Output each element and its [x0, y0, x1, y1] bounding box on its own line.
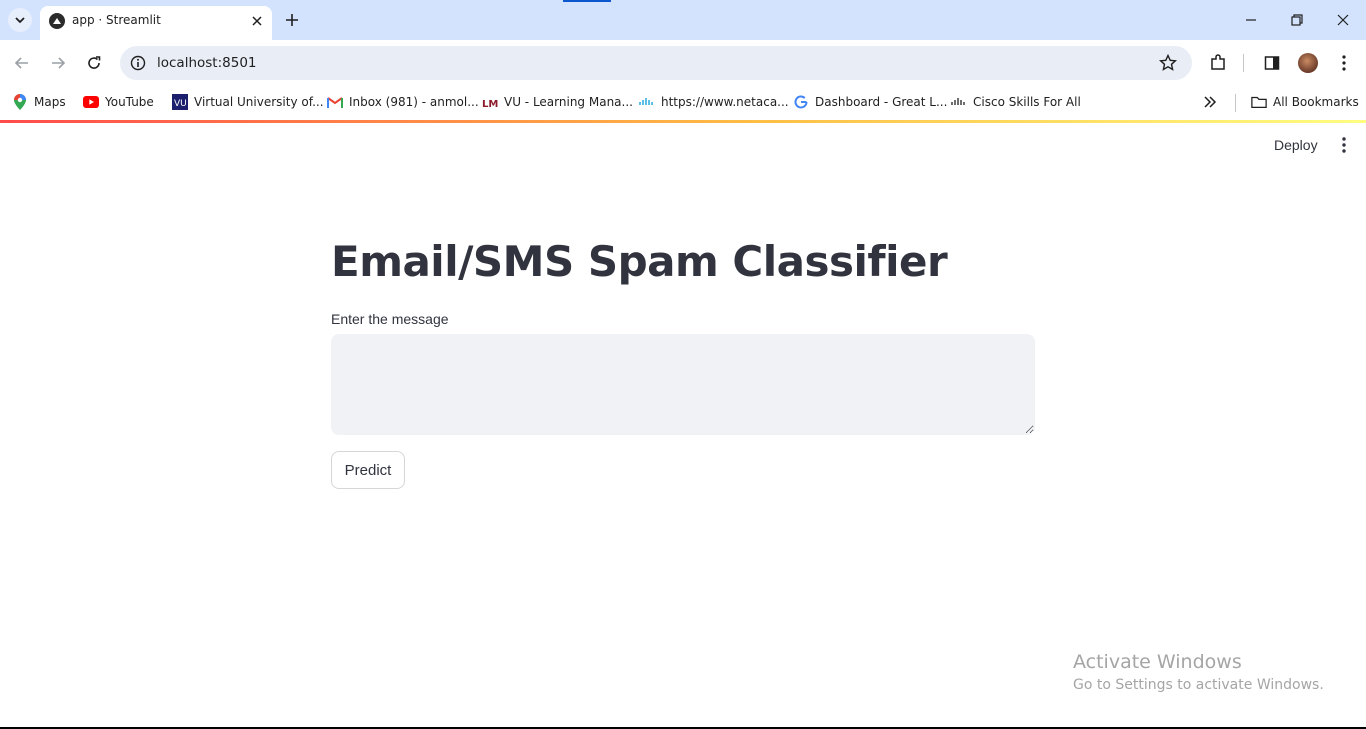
streamlit-favicon-icon: [49, 13, 65, 29]
bookmark-netacad[interactable]: https://www.netaca...: [639, 92, 789, 112]
bookmark-cisco-skills[interactable]: Cisco Skills For All: [951, 92, 1081, 112]
message-input-label: Enter the message: [331, 311, 449, 327]
vu-logo-icon: VU: [172, 94, 188, 110]
new-tab-icon[interactable]: [282, 10, 302, 30]
bookmark-label: Cisco Skills For All: [973, 95, 1081, 109]
reload-icon[interactable]: [81, 50, 107, 76]
bookmark-virtual-university[interactable]: VU Virtual University of...: [172, 92, 324, 112]
close-tab-icon[interactable]: [248, 12, 266, 30]
bookmarks-divider: [1235, 94, 1236, 112]
watermark-title: Activate Windows: [1073, 651, 1242, 673]
google-g-icon: [793, 94, 809, 110]
tab-strip: app · Streamlit: [0, 0, 1366, 40]
browser-menu-icon[interactable]: [1331, 50, 1357, 76]
tab-search-button[interactable]: [8, 8, 32, 32]
minimize-icon[interactable]: [1241, 10, 1261, 30]
page-title: Email/SMS Spam Classifier: [331, 237, 948, 286]
bookmarks-bar: Maps YouTube VU Virtual University of...…: [0, 86, 1366, 120]
svg-text:VU: VU: [174, 99, 187, 109]
close-window-icon[interactable]: [1333, 10, 1353, 30]
forward-icon[interactable]: [45, 50, 71, 76]
main-menu-icon[interactable]: [1334, 135, 1354, 155]
toolbar-divider: [1243, 54, 1244, 72]
lms-icon: LM: [482, 94, 498, 110]
avatar: [1298, 53, 1318, 73]
bookmark-label: Maps: [34, 95, 66, 109]
folder-icon: [1251, 94, 1267, 110]
bookmark-gmail[interactable]: Inbox (981) - anmol...: [327, 92, 479, 112]
browser-toolbar: localhost:8501: [0, 40, 1366, 86]
more-bookmarks-icon[interactable]: [1203, 92, 1217, 112]
deploy-button[interactable]: Deploy: [1266, 135, 1326, 155]
windows-activation-watermark: Activate Windows Go to Settings to activ…: [1073, 651, 1324, 693]
bookmark-label: VU - Learning Mana...: [504, 95, 633, 109]
message-input[interactable]: [331, 334, 1035, 435]
bookmark-dashboard[interactable]: Dashboard - Great L...: [793, 92, 947, 112]
watermark-subtitle: Go to Settings to activate Windows.: [1073, 677, 1324, 693]
cisco-icon: [951, 94, 967, 110]
gmail-icon: [327, 94, 343, 110]
url-text[interactable]: localhost:8501: [157, 55, 257, 71]
all-bookmarks[interactable]: All Bookmarks: [1251, 92, 1359, 112]
youtube-icon: [83, 94, 99, 110]
chevron-down-icon: [15, 17, 25, 24]
bookmark-label: Dashboard - Great L...: [815, 95, 948, 109]
restore-icon[interactable]: [1287, 10, 1307, 30]
tab-title: app · Streamlit: [72, 13, 161, 27]
svg-text:LM: LM: [482, 99, 498, 110]
bookmark-vu-lms[interactable]: LM VU - Learning Mana...: [482, 92, 633, 112]
side-panel-icon[interactable]: [1259, 50, 1285, 76]
bookmark-maps[interactable]: Maps: [12, 92, 66, 112]
bookmark-youtube[interactable]: YouTube: [83, 92, 154, 112]
back-icon[interactable]: [9, 50, 35, 76]
predict-button[interactable]: Predict: [331, 451, 405, 489]
bookmark-label: https://www.netaca...: [661, 95, 789, 109]
bookmark-label: Inbox (981) - anmol...: [349, 95, 479, 109]
all-bookmarks-label: All Bookmarks: [1273, 95, 1359, 109]
tab-indicator: [563, 0, 611, 2]
maps-pin-icon: [12, 94, 28, 110]
active-tab[interactable]: app · Streamlit: [40, 6, 272, 40]
bookmark-star-icon[interactable]: [1158, 53, 1178, 73]
cisco-icon: [639, 94, 655, 110]
site-info-icon[interactable]: [129, 54, 147, 72]
bookmark-label: Virtual University of...: [194, 95, 324, 109]
extensions-icon[interactable]: [1205, 50, 1231, 76]
bookmark-label: YouTube: [105, 95, 154, 109]
profile-avatar[interactable]: [1295, 50, 1321, 76]
streamlit-app: Deploy Email/SMS Spam Classifier Enter t…: [0, 123, 1366, 727]
address-bar[interactable]: localhost:8501: [120, 46, 1192, 80]
